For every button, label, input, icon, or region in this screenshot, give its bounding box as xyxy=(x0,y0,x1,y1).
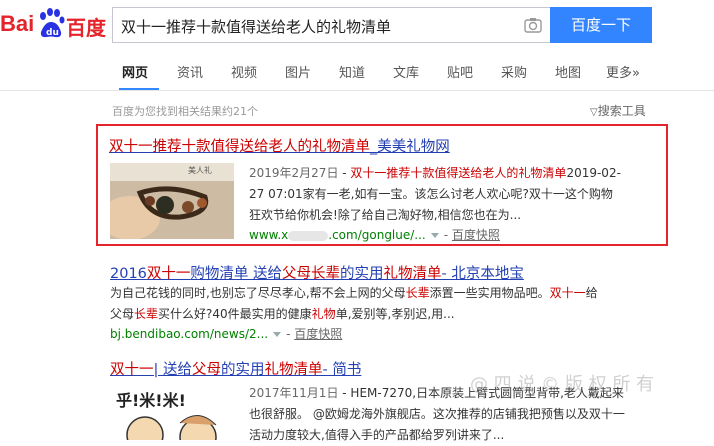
tab-images[interactable]: 图片 xyxy=(285,62,311,81)
result-3-title[interactable]: 双十一| 送给父母的实用礼物清单- 简书 xyxy=(110,358,361,379)
paw-icon: du xyxy=(40,8,65,38)
result-3-thumbnail[interactable]: 乎!米!米! xyxy=(110,385,234,440)
baidu-logo[interactable]: Bai du 百度 xyxy=(0,6,112,46)
result-2-url[interactable]: bj.bendibao.com/news/2... - 百度快照 xyxy=(110,325,342,342)
r2s1a: 为自己花钱的同时,也别忘了尽尽孝心,帮不会上网的父母 xyxy=(110,286,406,300)
tab-map[interactable]: 地图 xyxy=(555,62,581,81)
tab-video[interactable]: 视频 xyxy=(231,62,257,81)
funnel-icon: ▽ xyxy=(590,107,598,118)
result-3-date: 2017年11月1日 xyxy=(249,386,339,400)
result-1-date: 2019年2月27日 xyxy=(249,166,339,180)
result-1-url-tail: .com/gonglue/... xyxy=(328,228,426,242)
result-1-snippet-keyword: 双十一推荐十款值得送给老人的礼物清单 xyxy=(350,166,567,180)
bracelet-image xyxy=(110,163,234,239)
result-1-title-main: 双十一推荐十款值得送给老人的礼物清单 xyxy=(109,139,370,155)
r2s1c: 添置一些实用物品吧。 xyxy=(429,286,550,300)
result-2-title-p1: 双十一 xyxy=(146,266,191,282)
r3t5: - 简书 xyxy=(322,362,362,378)
url-dropdown-icon[interactable] xyxy=(273,332,282,337)
tab-tieba[interactable]: 贴吧 xyxy=(447,62,473,81)
result-2-title-p2: 购物清单 送给 xyxy=(190,266,283,282)
result-2-title-p4: 的实用 xyxy=(340,266,384,282)
result-1-title[interactable]: 双十一推荐十款值得送给老人的礼物清单_美美礼物网 xyxy=(109,135,450,156)
r3t4: 礼物清单 xyxy=(264,362,323,378)
r3s2: 也很舒服。 @欧姆龙海外旗舰店。这次推荐的店铺我把预售以及双十一 xyxy=(249,407,625,421)
svg-text:du: du xyxy=(46,28,59,38)
r3t0: 双十一 xyxy=(110,362,154,378)
result-1-snippet: 2019年2月27日 - 双十一推荐十款值得送给老人的礼物清单2019-02- … xyxy=(249,163,649,226)
url-dropdown-icon[interactable] xyxy=(430,233,439,238)
r3t3: 的实用 xyxy=(221,362,265,378)
result-2-title-p0: 2016 xyxy=(110,266,147,282)
url-blur xyxy=(288,230,329,241)
search-query: 双十一推荐十款值得送给老人的礼物清单 xyxy=(121,18,392,36)
cartoon-caption: 乎!米!米! xyxy=(116,391,186,410)
tab-more[interactable]: 更多» xyxy=(606,62,640,81)
logo-text-latin: Bai xyxy=(0,11,35,36)
r3t2: 父母 xyxy=(192,362,221,378)
watermark: @ 四 说 © 版 权 所 有 xyxy=(470,374,655,395)
logo-text-cjk: 百度 xyxy=(66,16,106,40)
result-1-snippet-line3: 狂欢节给你机会!除了给自己淘好物,相信您也在为... xyxy=(249,208,522,222)
r2s2a: 父母 xyxy=(110,307,135,321)
r2s1d: 双十一 xyxy=(549,286,586,300)
tab-zhidao[interactable]: 知道 xyxy=(339,62,365,81)
result-1-url[interactable]: www.x .com/gonglue/... - 百度快照 xyxy=(249,226,500,243)
result-2-title[interactable]: 2016双十一购物清单 送给父母长辈的实用礼物清单- 北京本地宝 xyxy=(110,262,524,283)
r3t1: | 送给 xyxy=(153,362,193,378)
result-2-snapshot-link[interactable]: 百度快照 xyxy=(294,327,342,341)
r3s3: 活动力度较大,值得入手的产品都给罗列讲来了... xyxy=(249,428,505,442)
search-input[interactable]: 双十一推荐十款值得送给老人的礼物清单 xyxy=(112,7,550,43)
result-2-title-p6: - 北京本地宝 xyxy=(441,266,524,282)
result-1-snapshot-link[interactable]: 百度快照 xyxy=(452,228,500,242)
result-2-title-p5: 礼物清单 xyxy=(383,266,442,282)
result-1-thumbnail[interactable]: 美人礼 xyxy=(110,163,234,239)
result-count: 百度为您找到相关结果约21个 xyxy=(112,105,258,118)
result-2-url-text: bj.bendibao.com/news/2... xyxy=(110,327,269,341)
tab-purchase[interactable]: 采购 xyxy=(501,62,527,81)
tab-web[interactable]: 网页 xyxy=(122,62,148,81)
result-1-title-site: _美美礼物网 xyxy=(370,139,450,155)
result-2-snippet: 为自己花钱的同时,也别忘了尽尽孝心,帮不会上网的父母长辈添置一些实用物品吧。双十… xyxy=(110,283,598,325)
active-tab-indicator xyxy=(119,88,159,90)
thumb-caption: 美人礼 xyxy=(188,166,212,175)
r2s2d: 礼物 xyxy=(311,307,336,321)
result-1-snippet-line2: 27 07:01家有一老,如有一宝。该怎么讨老人欢心呢?双十一这个购物 xyxy=(249,187,613,201)
result-2-title-p3: 父母长辈 xyxy=(282,266,341,282)
r2s2b: 长辈 xyxy=(134,307,159,321)
tab-news[interactable]: 资讯 xyxy=(177,62,203,81)
search-button[interactable]: 百度一下 xyxy=(550,7,652,43)
search-tools-button[interactable]: ▽搜索工具 xyxy=(590,102,646,119)
tab-wenku[interactable]: 文库 xyxy=(393,62,419,81)
camera-icon[interactable] xyxy=(524,17,542,33)
r2s2e: 单,爱别等,孝别迟,用... xyxy=(335,307,455,321)
r2s1b: 长辈 xyxy=(405,286,430,300)
nav-tabs: 网页 资讯 视频 图片 知道 文库 贴吧 采购 地图 更多» xyxy=(0,58,714,91)
result-1-snippet-tail: 2019-02- xyxy=(566,166,621,180)
result-1-url-head: www.x xyxy=(249,228,289,242)
r2s1e: 给 xyxy=(585,286,598,300)
search-tools-label: 搜索工具 xyxy=(597,104,646,118)
r2s2c: 买什么好?40件最实用的健康 xyxy=(158,307,312,321)
